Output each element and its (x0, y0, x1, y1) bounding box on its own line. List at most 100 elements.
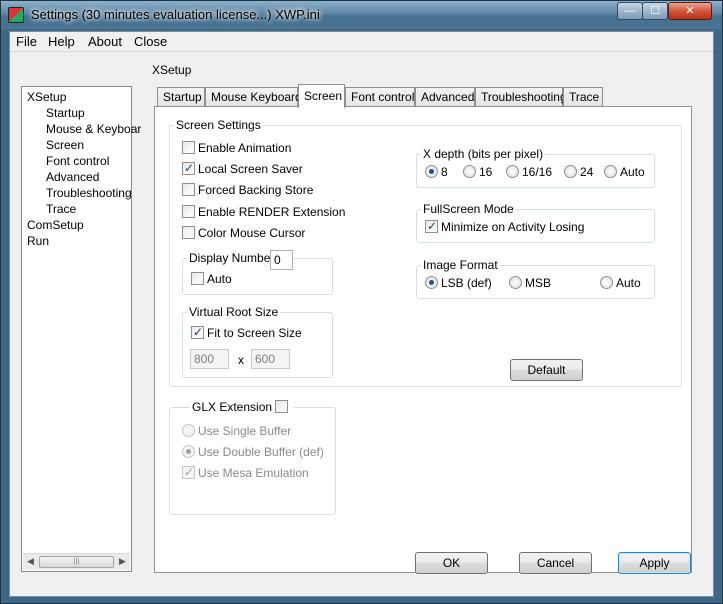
single-buffer-option[interactable]: Use Single Buffer (182, 424, 291, 440)
client-area: File Help About Close XSetup Startup Mou… (9, 31, 714, 597)
tree-item-xsetup[interactable]: XSetup (27, 90, 66, 104)
radio-selected-icon[interactable] (425, 165, 438, 178)
virtual-root-title: Virtual Root Size (187, 305, 281, 319)
enable-animation-option[interactable]: Enable Animation (182, 141, 291, 157)
radio-icon[interactable] (564, 165, 577, 178)
radio-selected-icon[interactable] (425, 276, 438, 289)
radio-icon[interactable] (463, 165, 476, 178)
checkbox-icon[interactable] (182, 141, 195, 154)
x-depth-24-label: 24 (580, 165, 594, 179)
default-button[interactable]: Default (510, 359, 583, 381)
display-auto-option[interactable]: Auto (191, 272, 232, 288)
checkbox-icon[interactable] (182, 226, 195, 239)
tab-advanced[interactable]: Advanced (415, 87, 475, 107)
tree-item-comsetup[interactable]: ComSetup (27, 218, 84, 232)
tree-item-trace[interactable]: Trace (46, 202, 76, 216)
checkbox-disabled-checked-icon[interactable] (182, 465, 195, 479)
enable-render-option[interactable]: Enable RENDER Extension (182, 205, 345, 221)
image-format-msb-option[interactable]: MSB (509, 276, 551, 292)
radio-icon[interactable] (506, 165, 519, 178)
display-number-group: Display Number: Auto (182, 251, 333, 295)
image-format-lsb-option[interactable]: LSB (def) (425, 276, 492, 292)
image-format-auto-option[interactable]: Auto (600, 276, 641, 292)
minimize-button[interactable]: — (617, 2, 643, 20)
screen-settings-group: Screen Settings Enable Animation Local S… (169, 118, 682, 387)
image-format-title: Image Format (421, 258, 500, 272)
menu-close[interactable]: Close (134, 34, 167, 49)
virtual-root-group: Virtual Root Size Fit to Screen Size 800… (182, 305, 333, 378)
double-buffer-label: Use Double Buffer (def) (198, 445, 324, 459)
fit-to-screen-label: Fit to Screen Size (207, 326, 302, 340)
tab-troubleshooting[interactable]: Troubleshooting (475, 87, 567, 107)
x-depth-16-16-label: 16/16 (522, 165, 553, 179)
glx-extension-checkbox[interactable] (275, 400, 289, 413)
tree-item-troubleshooting[interactable]: Troubleshooting (46, 186, 132, 200)
tree-item-advanced[interactable]: Advanced (46, 170, 99, 184)
single-buffer-label: Use Single Buffer (198, 424, 292, 438)
image-format-auto-label: Auto (616, 276, 641, 290)
fit-to-screen-option[interactable]: Fit to Screen Size (191, 325, 302, 342)
forced-backing-store-option[interactable]: Forced Backing Store (182, 183, 313, 199)
menu-help[interactable]: Help (48, 34, 75, 49)
tree-item-run[interactable]: Run (27, 234, 49, 248)
checkbox-checked-icon[interactable] (191, 325, 204, 339)
scroll-right-icon[interactable]: ▶ (119, 556, 126, 567)
tree-item-font-control[interactable]: Font control (46, 154, 109, 168)
tree-item-screen[interactable]: Screen (46, 138, 84, 152)
root-height-input[interactable]: 600 (251, 349, 290, 369)
glx-extension-title[interactable]: GLX Extension (190, 400, 294, 414)
tab-screen[interactable]: Screen (298, 84, 345, 108)
tree-item-startup[interactable]: Startup (46, 106, 85, 120)
checkbox-icon[interactable] (182, 183, 195, 196)
radio-icon[interactable] (600, 276, 613, 289)
screen-settings-title: Screen Settings (174, 118, 263, 132)
checkbox-icon[interactable] (182, 205, 195, 218)
checkbox-checked-icon[interactable] (182, 161, 195, 175)
minimize-on-activity-option[interactable]: Minimize on Activity Losing (425, 219, 584, 236)
menu-about[interactable]: About (88, 34, 122, 49)
cancel-button[interactable]: Cancel (519, 552, 592, 574)
radio-icon[interactable] (604, 165, 617, 178)
menu-file[interactable]: File (16, 34, 37, 49)
maximize-button[interactable]: ☐ (642, 2, 668, 20)
menu-bar: File Help About Close (10, 32, 713, 52)
root-width-input[interactable]: 800 (190, 349, 229, 369)
ok-button[interactable]: OK (415, 552, 488, 574)
local-screen-saver-option[interactable]: Local Screen Saver (182, 161, 303, 178)
x-depth-24-option[interactable]: 24 (564, 165, 593, 181)
tab-font-control[interactable]: Font control (345, 87, 415, 107)
x-depth-16-label: 16 (479, 165, 493, 179)
display-number-input[interactable]: 0 (270, 250, 293, 270)
close-button[interactable]: ✕ (668, 2, 712, 20)
checkbox-icon[interactable] (191, 272, 204, 285)
radio-icon[interactable] (509, 276, 522, 289)
glx-extension-label: GLX Extension (192, 400, 273, 414)
tab-startup[interactable]: Startup (157, 87, 205, 107)
display-auto-label: Auto (207, 272, 232, 286)
fullscreen-group: FullScreen Mode Minimize on Activity Los… (416, 202, 655, 243)
radio-disabled-icon[interactable] (182, 424, 195, 437)
scroll-thumb[interactable]: ||| (39, 556, 114, 568)
title-bar[interactable]: Settings (30 minutes evaluation license.… (1, 1, 722, 29)
color-mouse-cursor-option[interactable]: Color Mouse Cursor (182, 226, 305, 242)
x-depth-8-option[interactable]: 8 (425, 165, 448, 181)
x-depth-16-option[interactable]: 16 (463, 165, 492, 181)
double-buffer-option[interactable]: Use Double Buffer (def) (182, 445, 324, 461)
x-depth-16-16-option[interactable]: 16/16 (506, 165, 552, 181)
radio-disabled-selected-icon[interactable] (182, 445, 195, 458)
size-separator: x (238, 353, 244, 367)
image-format-group: Image Format LSB (def) MSB Auto (416, 258, 655, 299)
checkbox-checked-icon[interactable] (425, 219, 438, 233)
settings-tree[interactable]: XSetup Startup Mouse & Keyboar Screen Fo… (21, 86, 141, 572)
horizontal-scrollbar[interactable]: ◀ ||| ▶ (23, 553, 130, 570)
apply-button[interactable]: Apply (618, 552, 691, 574)
mesa-emulation-label: Use Mesa Emulation (198, 466, 309, 480)
tab-mouse-keyboard[interactable]: Mouse Keyboard (205, 87, 302, 107)
mesa-emulation-option[interactable]: Use Mesa Emulation (182, 465, 309, 482)
x-depth-group: X depth (bits per pixel) 8 16 16/16 24 A… (416, 147, 655, 188)
tab-trace[interactable]: Trace (563, 87, 603, 107)
x-depth-auto-label: Auto (620, 165, 645, 179)
x-depth-auto-option[interactable]: Auto (604, 165, 645, 181)
scroll-left-icon[interactable]: ◀ (27, 556, 34, 567)
tree-item-mouse-keyboard[interactable]: Mouse & Keyboar (46, 122, 141, 136)
